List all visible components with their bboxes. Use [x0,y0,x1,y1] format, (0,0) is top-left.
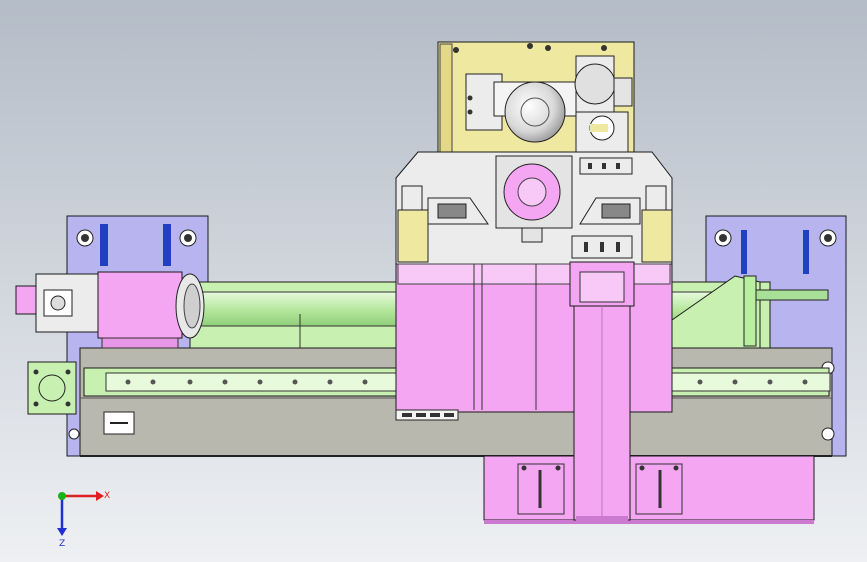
x-axis-label: X [104,491,110,501]
z-axis-label: Z [59,539,65,549]
cad-model-view[interactable]: X Z [0,0,867,562]
motor-flange-plate[interactable] [27,361,77,415]
spindle-column-head[interactable] [437,41,635,159]
y-axis-indicator [58,492,66,500]
z-axis-ram[interactable] [569,261,635,522]
spindle-saddle[interactable] [395,151,673,265]
lower-carriage-plate[interactable] [483,455,815,524]
cad-viewport[interactable]: X Z [0,0,867,562]
